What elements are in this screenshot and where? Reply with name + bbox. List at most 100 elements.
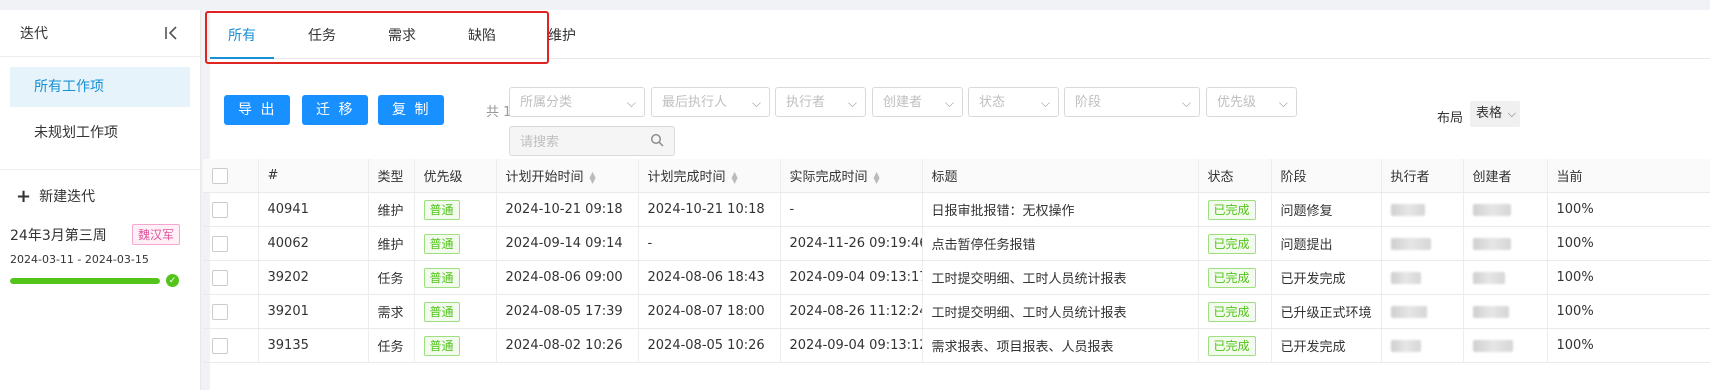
sidebar-menu: 所有工作项 未规划工作项	[0, 57, 200, 153]
sidebar-item-all-work-items[interactable]: 所有工作项	[10, 67, 190, 107]
col-stage: 阶段	[1271, 159, 1382, 193]
table-row[interactable]: 40062 维护 普通 2024-09-14 09:14-2024-11-26 09:…	[203, 226, 1710, 261]
filter-last-executor[interactable]: 最后执行人 ⌵	[651, 87, 770, 117]
chevron-down-icon: ⌵	[1040, 96, 1050, 110]
layout-select[interactable]: 表格 ⌵	[1470, 101, 1521, 127]
row-checkbox[interactable]	[212, 269, 228, 286]
layout-label: 布局	[1437, 111, 1464, 126]
select-all-cell[interactable]	[203, 159, 259, 193]
redacted-executor	[1390, 339, 1421, 352]
col-plan-start[interactable]: 计划开始时间 ▲ ▼	[496, 159, 639, 193]
filter-category[interactable]: 所属分类 ⌵	[509, 87, 645, 117]
tab-defect[interactable]: 缺陷	[450, 14, 514, 58]
chevron-down-icon: ⌵	[1507, 107, 1517, 120]
filter-stage[interactable]: 阶段 ⌵	[1064, 87, 1200, 117]
row-select-cell[interactable]	[203, 328, 259, 363]
sidebar-item-unplanned[interactable]: 未规划工作项	[10, 113, 190, 153]
tab-requirement[interactable]: 需求	[370, 14, 434, 58]
row-checkbox[interactable]	[212, 201, 228, 218]
row-title[interactable]: 日报审批报错：无权操作	[922, 192, 1199, 227]
filter-creator-label: 创建者	[883, 95, 923, 110]
row-title[interactable]: 需求报表、项目报表、人员报表	[922, 328, 1199, 363]
row-id: 40941	[258, 192, 369, 227]
col-plan-start-label: 计划开始时间	[505, 170, 584, 185]
row-priority-cell: 普通	[414, 226, 497, 261]
row-id: 39201	[258, 294, 369, 329]
row-creator	[1463, 192, 1548, 227]
row-creator	[1463, 294, 1548, 329]
sprint-card[interactable]: 24年3月第三周 魏汉军 2024-03-11 - 2024-03-15 ✓	[0, 224, 200, 287]
row-priority-cell: 普通	[414, 192, 497, 227]
sprint-date-range: 2024-03-11 - 2024-03-15	[10, 253, 149, 266]
row-progress: 100%	[1547, 226, 1710, 261]
row-type: 维护	[368, 192, 415, 227]
row-priority-cell: 普通	[414, 328, 497, 363]
tab-task[interactable]: 任务	[290, 14, 354, 58]
filter-creator[interactable]: 创建者 ⌵	[872, 87, 963, 117]
row-checkbox[interactable]	[212, 337, 228, 354]
priority-tag: 普通	[423, 199, 460, 220]
col-actual-end-label: 实际完成时间	[789, 170, 868, 185]
row-type: 任务	[368, 328, 415, 363]
col-title: 标题	[922, 159, 1199, 193]
row-actual-end: -	[780, 192, 923, 227]
row-executor	[1381, 226, 1464, 261]
search-input[interactable]	[510, 127, 652, 157]
tab-all[interactable]: 所有	[210, 14, 274, 59]
search-icon[interactable]	[650, 133, 664, 147]
sort-icon[interactable]: ▲ ▼	[732, 170, 738, 184]
status-badge: 已完成	[1207, 335, 1256, 356]
filter-status[interactable]: 状态 ⌵	[968, 87, 1059, 117]
table-row[interactable]: 40941 维护 普通 2024-10-21 09:18 2024-10-21 10:1…	[203, 192, 1710, 227]
row-id: 39202	[258, 260, 369, 295]
row-executor	[1381, 260, 1464, 295]
row-actual-end: 2024-11-26 09:19:46	[780, 226, 923, 261]
col-progress: 当前	[1547, 159, 1710, 193]
col-creator: 创建者	[1463, 159, 1548, 193]
filter-priority[interactable]: 优先级 ⌵	[1206, 87, 1297, 117]
select-all-checkbox[interactable]	[212, 167, 228, 184]
sidebar-header: 迭代	[0, 10, 200, 57]
copy-button[interactable]: 复 制	[378, 95, 445, 125]
table-row[interactable]: 39201 需求 普通 2024-08-05 17:39 2024-08-07 18:0…	[203, 294, 1710, 329]
chevron-down-icon: ⌵	[626, 96, 636, 110]
migrate-button[interactable]: 迁 移	[302, 95, 369, 125]
row-select-cell[interactable]	[203, 192, 259, 227]
row-title[interactable]: 点击暂停任务报错	[922, 226, 1199, 261]
sort-icon[interactable]: ▲ ▼	[590, 170, 596, 184]
priority-tag: 普通	[423, 301, 460, 322]
row-status-cell: 已完成	[1198, 328, 1272, 363]
col-plan-end[interactable]: 计划完成时间 ▲ ▼	[638, 159, 781, 193]
col-actual-end[interactable]: 实际完成时间 ▲ ▼	[780, 159, 923, 193]
row-status-cell: 已完成	[1198, 294, 1272, 329]
export-button[interactable]: 导 出	[224, 95, 291, 125]
table-row[interactable]: 39135 任务 普通 2024-08-02 10:26 2024-08-05 10:2…	[203, 328, 1710, 363]
row-select-cell[interactable]	[203, 294, 259, 329]
row-plan-end: -	[638, 226, 781, 261]
row-select-cell[interactable]	[203, 226, 259, 261]
row-plan-end: 2024-08-06 18:43	[638, 260, 781, 295]
table-row[interactable]: 39202 任务 普通 2024-08-06 09:00 2024-08-06 18:4…	[203, 260, 1710, 295]
row-title[interactable]: 工时提交明细、工时人员统计报表	[922, 294, 1199, 329]
tab-maintenance[interactable]: 维护	[530, 14, 594, 58]
row-id: 39135	[258, 328, 369, 363]
redacted-executor	[1390, 271, 1421, 284]
new-iteration-button[interactable]: + 新建迭代	[0, 176, 200, 216]
row-stage: 已升级正式环境	[1271, 294, 1382, 329]
row-progress: 100%	[1547, 260, 1710, 295]
row-checkbox[interactable]	[212, 303, 228, 320]
row-executor	[1381, 294, 1464, 329]
row-progress: 100%	[1547, 192, 1710, 227]
row-select-cell[interactable]	[203, 260, 259, 295]
filter-executor[interactable]: 执行者 ⌵	[775, 87, 866, 117]
collapse-sidebar-icon[interactable]	[162, 23, 182, 43]
row-actual-end: 2024-09-04 09:13:12	[780, 328, 923, 363]
row-checkbox[interactable]	[212, 235, 228, 252]
row-title[interactable]: 工时提交明细、工时人员统计报表	[922, 260, 1199, 295]
row-id: 40062	[258, 226, 369, 261]
plus-icon: +	[16, 185, 32, 207]
sort-icon[interactable]: ▲ ▼	[874, 170, 880, 184]
row-progress: 100%	[1547, 328, 1710, 363]
row-plan-start: 2024-08-06 09:00	[496, 260, 639, 295]
priority-tag: 普通	[423, 335, 460, 356]
